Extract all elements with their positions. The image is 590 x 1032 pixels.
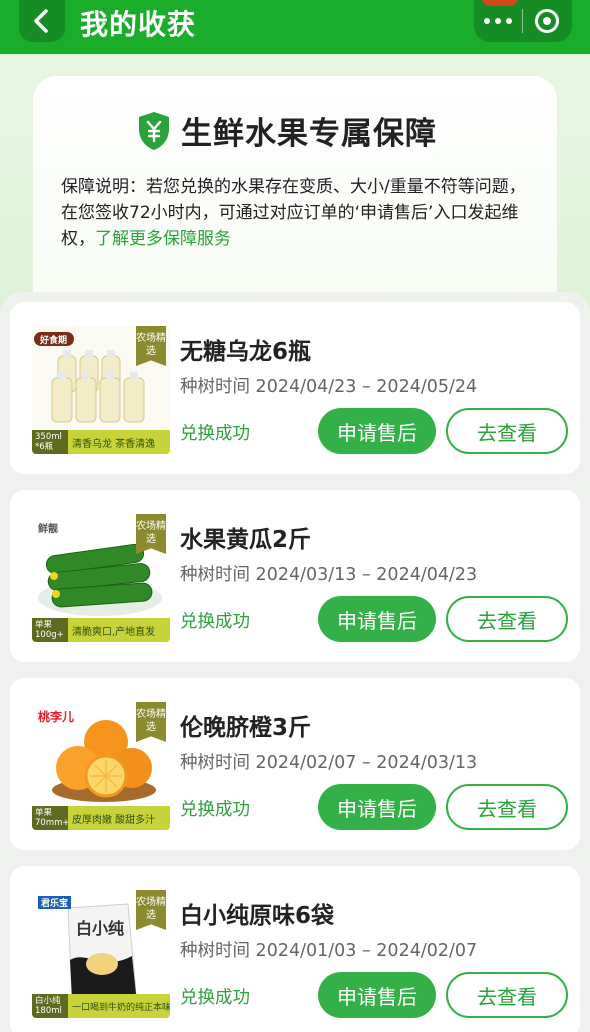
- product-name: 无糖乌龙6瓶: [180, 339, 312, 365]
- spec-label: 350ml *6瓶: [32, 430, 68, 454]
- shield-yen-icon: [139, 111, 169, 150]
- product-name: 伦晚脐橙3斤: [180, 715, 312, 741]
- target-close-icon[interactable]: [523, 0, 571, 42]
- product-image-cucumber[interactable]: 鲜靓 农场精选 单果 100g+ 清脆爽口,产地直发: [32, 514, 170, 642]
- exchange-status: 兑换成功: [180, 612, 250, 632]
- exchange-status: 兑换成功: [180, 424, 250, 444]
- view-button[interactable]: 去查看: [446, 784, 568, 830]
- product-spec-bar: 350ml *6瓶 清香乌龙 茶香清逸: [32, 430, 170, 454]
- product-spec-bar: 单果 100g+ 清脆爽口,产地直发: [32, 618, 170, 642]
- learn-more-link[interactable]: 了解更多保障服务: [95, 229, 231, 249]
- order-card: 鲜靓 农场精选 单果 100g+ 清脆爽口,产地直发 水果黄瓜2斤 种树时间 2…: [10, 490, 580, 662]
- view-button[interactable]: 去查看: [446, 408, 568, 454]
- product-image-orange[interactable]: 桃李儿 农场精选 单果 70mm+ 皮厚肉嫩 酸甜多汁: [32, 702, 170, 830]
- farm-select-tag: 农场精选: [136, 514, 166, 554]
- exchange-status: 兑换成功: [180, 800, 250, 820]
- after-sale-button[interactable]: 申请售后: [318, 972, 436, 1018]
- order-list: 好食期 农场精选 350ml *6瓶 清香乌龙 茶香清逸 无糖乌龙6瓶 种树时间…: [0, 292, 590, 1032]
- product-image-tea[interactable]: 好食期 农场精选 350ml *6瓶 清香乌龙 茶香清逸: [32, 326, 170, 454]
- plant-time: 种树时间 2024/02/07 – 2024/03/13: [180, 753, 478, 773]
- more-dots-icon[interactable]: [474, 0, 522, 42]
- product-spec-bar: 白小纯 180ml 一口喝到牛奶的纯正本味: [32, 994, 170, 1018]
- order-card: 白小纯 君乐宝 农场精选 白小纯 180ml 一口喝到牛奶的纯正本味 白小纯原味…: [10, 866, 580, 1032]
- slogan-label: 清香乌龙 茶香清逸: [68, 430, 170, 454]
- brand-label: 君乐宝: [38, 896, 72, 909]
- plant-time: 种树时间 2024/01/03 – 2024/02/07: [180, 941, 478, 961]
- plant-time: 种树时间 2024/03/13 – 2024/04/23: [180, 565, 478, 585]
- view-button[interactable]: 去查看: [446, 596, 568, 642]
- mini-program-capsule: [474, 0, 572, 42]
- product-name: 白小纯原味6袋: [180, 903, 335, 929]
- back-button[interactable]: [19, 0, 65, 42]
- plant-time: 种树时间 2024/04/23 – 2024/05/24: [180, 377, 478, 397]
- brand-label: 桃李儿: [38, 710, 75, 724]
- guarantee-title-row: 生鲜水果专属保障: [137, 108, 437, 153]
- page-title: 我的收获: [80, 8, 197, 41]
- slogan-label: 一口喝到牛奶的纯正本味: [68, 994, 170, 1018]
- slogan-label: 清脆爽口,产地直发: [68, 618, 170, 642]
- order-card: 好食期 农场精选 350ml *6瓶 清香乌龙 茶香清逸 无糖乌龙6瓶 种树时间…: [10, 302, 580, 474]
- brand-label: 好食期: [40, 336, 68, 346]
- guarantee-title: 生鲜水果专属保障: [181, 116, 437, 152]
- spec-label: 白小纯 180ml: [32, 994, 68, 1018]
- after-sale-button[interactable]: 申请售后: [318, 596, 436, 642]
- after-sale-button[interactable]: 申请售后: [318, 408, 436, 454]
- product-image-milk[interactable]: 白小纯 君乐宝 农场精选 白小纯 180ml 一口喝到牛奶的纯正本味: [32, 890, 170, 1018]
- brand-label: 鲜靓: [38, 524, 58, 535]
- farm-select-tag: 农场精选: [136, 326, 166, 366]
- after-sale-button[interactable]: 申请售后: [318, 784, 436, 830]
- nav-bar: 我的收获: [0, 0, 590, 54]
- order-card: 桃李儿 农场精选 单果 70mm+ 皮厚肉嫩 酸甜多汁 伦晚脐橙3斤 种树时间 …: [10, 678, 580, 850]
- farm-select-tag: 农场精选: [136, 702, 166, 742]
- slogan-label: 皮厚肉嫩 酸甜多汁: [68, 806, 170, 830]
- spec-label: 单果 70mm+: [32, 806, 70, 830]
- view-button[interactable]: 去查看: [446, 972, 568, 1018]
- product-name: 水果黄瓜2斤: [180, 527, 312, 553]
- guarantee-card: 生鲜水果专属保障 保障说明：若您兑换的水果存在变质、大小/重量不符等问题，在您签…: [33, 76, 557, 316]
- svg-text:白小纯: 白小纯: [76, 919, 124, 938]
- guarantee-description: 保障说明：若您兑换的水果存在变质、大小/重量不符等问题，在您签收72小时内，可通…: [61, 174, 531, 252]
- chevron-left-icon: [34, 9, 48, 33]
- product-spec-bar: 单果 70mm+ 皮厚肉嫩 酸甜多汁: [32, 806, 170, 830]
- spec-label: 单果 100g+: [32, 618, 68, 642]
- exchange-status: 兑换成功: [180, 988, 250, 1008]
- farm-select-tag: 农场精选: [136, 890, 166, 930]
